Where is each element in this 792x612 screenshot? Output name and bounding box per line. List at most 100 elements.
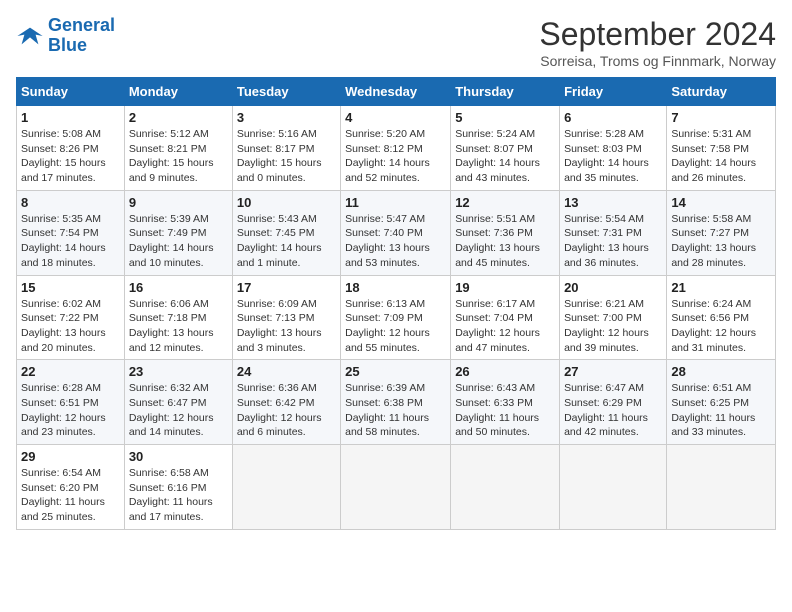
sunrise-text: Sunrise: 6:24 AM [671,298,751,310]
daylight-text: Daylight: 12 hours and 23 minutes. [21,412,106,439]
day-number: 19 [455,280,555,295]
calendar-day-cell: 19 Sunrise: 6:17 AMSunset: 7:04 PMDayligh… [451,275,560,360]
sunrise-text: Sunrise: 5:08 AM [21,128,101,140]
sunset-text: Sunset: 6:38 PM [345,397,423,409]
logo-icon [16,22,44,50]
daylight-text: Daylight: 15 hours and 9 minutes. [129,157,214,184]
day-info: Sunrise: 6:02 AM Sunset: 7:22 PM Daylight:… [21,297,120,356]
daylight-text: Daylight: 15 hours and 17 minutes. [21,157,106,184]
sunrise-text: Sunrise: 5:47 AM [345,213,425,225]
sunrise-text: Sunrise: 6:51 AM [671,382,751,394]
day-info: Sunrise: 6:13 AMSunset: 7:09 PMDaylight:… [345,297,446,356]
day-info: Sunrise: 6:51 AMSunset: 6:25 PMDaylight:… [671,381,771,440]
sunrise-text: Sunrise: 5:28 AM [564,128,644,140]
calendar-day-cell: 20Sunrise: 6:21 AMSunset: 7:00 PMDayligh… [560,275,667,360]
day-number: 6 [564,110,662,125]
calendar-day-cell: 4Sunrise: 5:20 AMSunset: 8:12 PMDaylight… [341,106,451,191]
calendar-day-cell: 23Sunrise: 6:32 AMSunset: 6:47 PMDayligh… [124,360,232,445]
day-of-week-header: Tuesday [232,78,340,106]
day-info: Sunrise: 6:28 AM Sunset: 6:51 PM Daylight:… [21,381,120,440]
sunset-text: Sunset: 6:29 PM [564,397,642,409]
calendar-day-cell: 27Sunrise: 6:47 AMSunset: 6:29 PMDayligh… [560,360,667,445]
daylight-text: Daylight: 14 hours and 35 minutes. [564,157,649,184]
day-info: Sunrise: 6:24 AMSunset: 6:56 PMDaylight:… [671,297,771,356]
calendar-day-cell: 18Sunrise: 6:13 AMSunset: 7:09 PMDayligh… [341,275,451,360]
sunrise-text: Sunrise: 5:16 AM [237,128,317,140]
sunset-text: Sunset: 6:51 PM [21,397,99,409]
calendar-week-row: 1Sunrise: 5:08 AMSunset: 8:26 PMDaylight… [17,106,776,191]
sunrise-text: Sunrise: 6:28 AM [21,382,101,394]
calendar-day-cell: 5Sunrise: 5:24 AMSunset: 8:07 PMDaylight… [451,106,560,191]
day-info: Sunrise: 5:31 AMSunset: 7:58 PMDaylight:… [671,127,771,186]
calendar-header-row: SundayMondayTuesdayWednesdayThursdayFrid… [17,78,776,106]
day-of-week-header: Sunday [17,78,125,106]
calendar-day-cell [667,445,776,530]
day-number: 1 [21,110,120,125]
day-number: 8 [21,195,120,210]
day-info: Sunrise: 5:43 AMSunset: 7:45 PMDaylight:… [237,212,336,271]
calendar-day-cell: 11Sunrise: 5:47 AMSunset: 7:40 PMDayligh… [341,190,451,275]
day-number: 28 [671,364,771,379]
day-of-week-header: Monday [124,78,232,106]
sunset-text: Sunset: 7:13 PM [237,312,315,324]
sunset-text: Sunset: 7:04 PM [455,312,533,324]
daylight-text: Daylight: 12 hours and 14 minutes. [129,412,214,439]
calendar-day-cell: 9Sunrise: 5:39 AMSunset: 7:49 PMDaylight… [124,190,232,275]
sunrise-text: Sunrise: 5:58 AM [671,213,751,225]
day-number: 11 [345,195,446,210]
calendar-day-cell: 21Sunrise: 6:24 AMSunset: 6:56 PMDayligh… [667,275,776,360]
calendar-table: SundayMondayTuesdayWednesdayThursdayFrid… [16,77,776,530]
sunset-text: Sunset: 7:00 PM [564,312,642,324]
calendar-day-cell: 26Sunrise: 6:43 AMSunset: 6:33 PMDayligh… [451,360,560,445]
sunset-text: Sunset: 8:07 PM [455,143,533,155]
day-number: 12 [455,195,555,210]
sunset-text: Sunset: 7:22 PM [21,312,99,324]
day-info: Sunrise: 6:47 AM Sunset: 6:29 PM Daylight:… [564,381,662,440]
sunset-text: Sunset: 8:21 PM [129,143,207,155]
daylight-text: Daylight: 11 hours and 42 minutes. [564,412,648,439]
day-info: Sunrise: 6:17 AMSunset: 7:04 PMDaylight:… [455,297,555,356]
calendar-day-cell: 17Sunrise: 6:09 AMSunset: 7:13 PMDayligh… [232,275,340,360]
day-number: 26 [455,364,555,379]
calendar-day-cell [341,445,451,530]
logo-text: General Blue [48,16,115,56]
sunrise-text: Sunrise: 6:47 AM [564,382,644,394]
month-title: September 2024 [539,16,776,53]
calendar-week-row: 8Sunrise: 5:35 AMSunset: 7:54 PMDaylight… [17,190,776,275]
day-info: Sunrise: 5:20 AMSunset: 8:12 PMDaylight:… [345,127,446,186]
calendar-day-cell: 12Sunrise: 5:51 AMSunset: 7:36 PMDayligh… [451,190,560,275]
sunset-text: Sunset: 8:03 PM [564,143,642,155]
sunrise-text: Sunrise: 6:39 AM [345,382,425,394]
daylight-text: Daylight: 11 hours and 50 minutes. [455,412,539,439]
day-info: Sunrise: 5:28 AM Sunset: 8:03 PM Daylight:… [564,127,662,186]
calendar-day-cell: 22Sunrise: 6:28 AMSunset: 6:51 PMDayligh… [17,360,125,445]
daylight-text: Daylight: 12 hours and 39 minutes. [564,327,649,354]
day-number: 29 [21,449,120,464]
sunrise-text: Sunrise: 6:36 AM [237,382,317,394]
day-info: Sunrise: 5:12 AMSunset: 8:21 PMDaylight:… [129,127,228,186]
daylight-text: Daylight: 13 hours and 12 minutes. [129,327,214,354]
calendar-day-cell: 15Sunrise: 6:02 AMSunset: 7:22 PMDayligh… [17,275,125,360]
sunset-text: Sunset: 7:31 PM [564,227,642,239]
daylight-text: Daylight: 12 hours and 6 minutes. [237,412,322,439]
calendar-day-cell: 13Sunrise: 5:54 AMSunset: 7:31 PMDayligh… [560,190,667,275]
day-number: 7 [671,110,771,125]
sunset-text: Sunset: 7:54 PM [21,227,99,239]
sunrise-text: Sunrise: 5:31 AM [671,128,751,140]
day-info: Sunrise: 6:36 AMSunset: 6:42 PMDaylight:… [237,381,336,440]
sunset-text: Sunset: 8:12 PM [345,143,423,155]
calendar-day-cell: 3Sunrise: 5:16 AMSunset: 8:17 PMDaylight… [232,106,340,191]
sunset-text: Sunset: 7:45 PM [237,227,315,239]
daylight-text: Daylight: 13 hours and 20 minutes. [21,327,106,354]
page-header: General Blue September 2024 Sorreisa, Tr… [16,16,776,69]
sunrise-text: Sunrise: 6:02 AM [21,298,101,310]
daylight-text: Daylight: 11 hours and 33 minutes. [671,412,755,439]
sunset-text: Sunset: 7:18 PM [129,312,207,324]
sunrise-text: Sunrise: 6:43 AM [455,382,535,394]
daylight-text: Daylight: 11 hours and 58 minutes. [345,412,429,439]
day-number: 17 [237,280,336,295]
sunset-text: Sunset: 6:20 PM [21,482,99,494]
sunrise-text: Sunrise: 6:13 AM [345,298,425,310]
sunset-text: Sunset: 6:16 PM [129,482,207,494]
sunrise-text: Sunrise: 6:58 AM [129,467,209,479]
